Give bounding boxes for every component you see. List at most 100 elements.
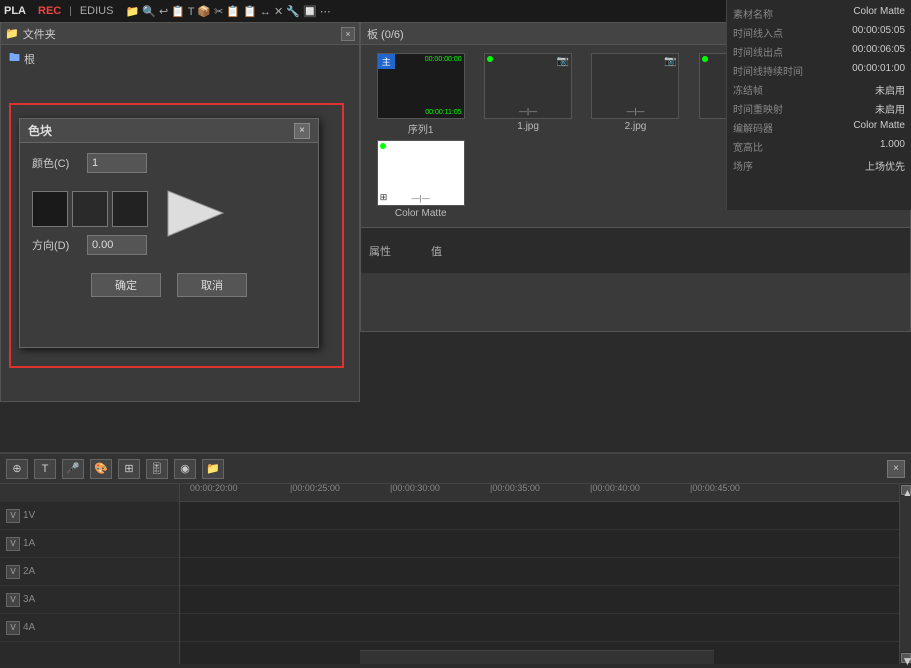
- green-indicator-3: [702, 56, 708, 62]
- timeline-track-4: [180, 586, 899, 614]
- seq-time-in: 00:00:00:00: [425, 56, 462, 63]
- app-title: PLA: [4, 5, 26, 17]
- timeline-close-btn[interactable]: ×: [887, 460, 905, 478]
- info-key-1: 时间线入点: [733, 25, 803, 40]
- color-dialog-titlebar: 色块 ×: [20, 119, 318, 143]
- ruler-mark-2: |00:00:25:00: [290, 484, 340, 493]
- rec-badge: REC: [38, 5, 61, 17]
- info-row-6: 编解码器 Color Matte: [733, 118, 905, 137]
- file-panel-header: 📁 文件夹 ×: [1, 23, 359, 45]
- folder-tree[interactable]: 🖿 根: [1, 45, 359, 72]
- file-panel-close[interactable]: ×: [341, 27, 355, 41]
- direction-input[interactable]: [87, 235, 147, 255]
- ok-button[interactable]: 确定: [91, 273, 161, 297]
- cancel-button[interactable]: 取消: [177, 273, 247, 297]
- green-indicator-1: [487, 56, 493, 62]
- tl-tool-circle[interactable]: ◉: [174, 459, 196, 479]
- swatch-1[interactable]: [32, 191, 68, 227]
- track-btn-4[interactable]: V: [6, 593, 20, 607]
- asset-label-seq: 序列1: [408, 121, 434, 136]
- info-val-0: Color Matte: [853, 6, 905, 21]
- toolbar-icons: 📁 🔍 ↩ 📋 T 📦 ✂ 📋 📋 ↔ ✕ 🔧 🔲 ⋯: [125, 5, 330, 18]
- tl-tool-text[interactable]: T: [34, 459, 56, 479]
- info-row-0: 素材名称 Color Matte: [733, 4, 905, 23]
- track-label-1: V 1V: [0, 502, 179, 530]
- info-row-8: 场序 上场优先: [733, 156, 905, 175]
- info-row-3: 时间线持续时间 00:00:01:00: [733, 61, 905, 80]
- file-panel-title: 文件夹: [23, 26, 56, 42]
- info-key-7: 宽高比: [733, 139, 803, 154]
- color-dialog-close[interactable]: ×: [294, 123, 310, 139]
- color-input[interactable]: [87, 153, 147, 173]
- asset-item-sequence[interactable]: 主 00:00:00:00 00:00:11:05 序列1: [369, 53, 472, 136]
- track-btn-5[interactable]: V: [6, 621, 20, 635]
- separator: |: [69, 6, 72, 17]
- swatch-3[interactable]: [112, 191, 148, 227]
- timeline-toolbar: ⊕ T 🎤 🎨 ⊞ 🎚 ◉ 📁 ×: [0, 454, 911, 484]
- info-key-5: 时间重映射: [733, 101, 803, 116]
- track-btn-1[interactable]: V: [6, 509, 20, 523]
- track-btn-2[interactable]: V: [6, 537, 20, 551]
- info-row-7: 宽高比 1.000: [733, 137, 905, 156]
- tl-tool-1[interactable]: ⊕: [6, 459, 28, 479]
- colormatte-thumb: ⊞ —|—: [377, 140, 465, 206]
- track-btn-3[interactable]: V: [6, 565, 20, 579]
- color-dialog: 色块 × 颜色(C): [19, 118, 319, 348]
- swatches-row: 方向(D): [32, 183, 306, 255]
- asset-label-2jpg: 2.jpg: [625, 121, 647, 132]
- asset-item-1jpg[interactable]: 📷 —|— 1.jpg: [476, 53, 579, 136]
- arrow-preview: [160, 183, 230, 243]
- cam-icon-1: 📷: [557, 56, 569, 67]
- timecode-2: —|—: [626, 107, 644, 116]
- tl-tool-mixer[interactable]: 🎚: [146, 459, 168, 479]
- seq-overlay: 主: [378, 54, 395, 69]
- info-row-2: 时间线出点 00:00:06:05: [733, 42, 905, 61]
- track-label-2: V 1A: [0, 530, 179, 558]
- timeline-track-5: [180, 614, 899, 642]
- sequence-thumb: 主 00:00:00:00 00:00:11:05: [377, 53, 465, 119]
- timeline-track-1: [180, 502, 899, 530]
- track-label-5: V 4A: [0, 614, 179, 642]
- info-val-6: Color Matte: [853, 120, 905, 135]
- ruler-mark-1: 00:00:20:00: [190, 484, 238, 493]
- timeline-track-labels: V 1V V 1A V 2A V 3A V 4A: [0, 484, 180, 664]
- timeline-tracks-content: [180, 502, 899, 664]
- track-label-4: V 3A: [0, 586, 179, 614]
- timeline-track-2: [180, 530, 899, 558]
- timeline-vscrollbar[interactable]: ▲ ▼: [899, 484, 911, 664]
- vscroll-up[interactable]: ▲: [901, 485, 911, 495]
- edius-label: EDIUS: [80, 5, 114, 17]
- cam-icon-2: 📷: [664, 56, 676, 67]
- info-key-2: 时间线出点: [733, 44, 803, 59]
- info-val-8: 上场优先: [865, 158, 905, 173]
- color-label: 颜色(C): [32, 155, 87, 171]
- prop-col-attr: 属性: [369, 243, 391, 259]
- tl-tool-folder[interactable]: 📁: [202, 459, 224, 479]
- asset-item-colormatte[interactable]: ⊞ —|— Color Matte: [369, 140, 472, 219]
- info-val-1: 00:00:05:05: [852, 25, 905, 40]
- tree-root-label: 根: [24, 51, 35, 67]
- asset-item-2jpg[interactable]: 📷 —|— 2.jpg: [584, 53, 687, 136]
- track-label-3: V 2A: [0, 558, 179, 586]
- tl-tool-color[interactable]: 🎨: [90, 459, 112, 479]
- tl-tool-mic[interactable]: 🎤: [62, 459, 84, 479]
- ruler-mark-5: |00:00:40:00: [590, 484, 640, 493]
- timecode-cm: —|—: [412, 194, 430, 203]
- asset-label-1jpg: 1.jpg: [517, 121, 539, 132]
- swatch-2[interactable]: [72, 191, 108, 227]
- properties-panel: 属性 值: [361, 227, 910, 273]
- folder-icon: 📁: [5, 27, 19, 40]
- info-val-3: 00:00:01:00: [852, 63, 905, 78]
- tl-tool-grid[interactable]: ⊞: [118, 459, 140, 479]
- info-val-7: 1.000: [880, 139, 905, 154]
- vscroll-track[interactable]: [900, 496, 911, 652]
- prop-col-val: 值: [431, 243, 442, 259]
- info-val-5: 未启用: [875, 101, 905, 116]
- timecode-1: —|—: [519, 107, 537, 116]
- asset-label-cm: Color Matte: [395, 208, 447, 219]
- info-key-4: 冻结帧: [733, 82, 803, 97]
- color-swatches: [32, 191, 148, 227]
- info-row-4: 冻结帧 未启用: [733, 80, 905, 99]
- asset-panel-title: 板 (0/6): [367, 26, 404, 42]
- direction-label: 方向(D): [32, 237, 87, 253]
